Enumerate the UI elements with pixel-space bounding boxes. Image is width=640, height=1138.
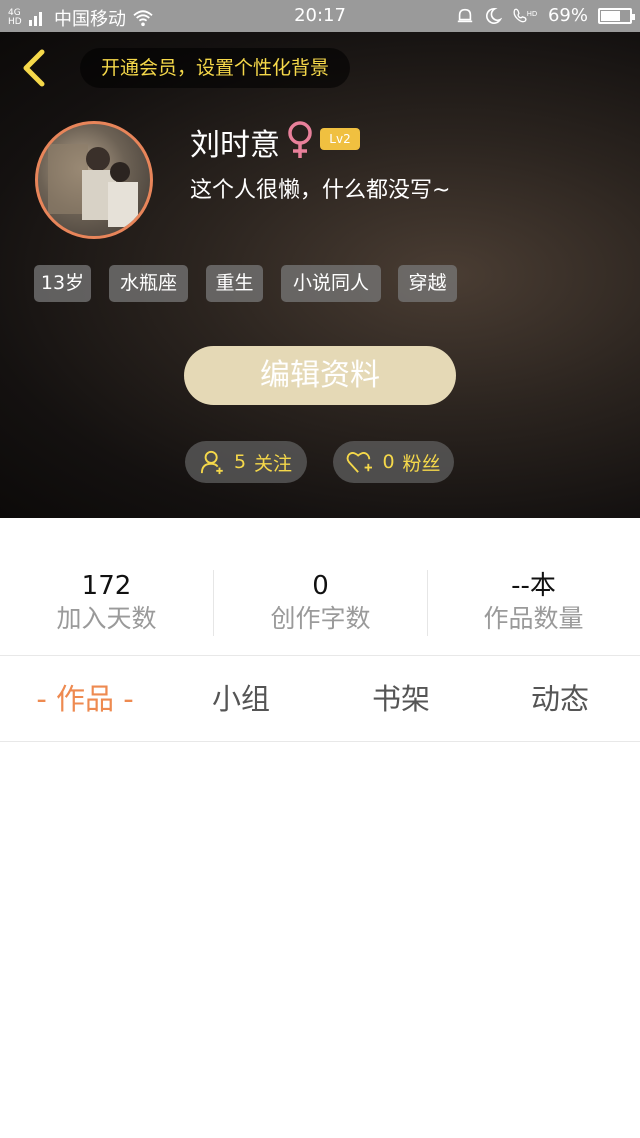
- hd-call-icon: HD: [513, 8, 538, 22]
- fans-count: 0: [382, 451, 395, 473]
- tag-zodiac: 水瓶座: [109, 265, 188, 302]
- female-icon: [288, 121, 312, 158]
- stat-join-days: 172 加入天数: [0, 570, 213, 636]
- bell-off-icon: [457, 8, 473, 22]
- back-icon[interactable]: [14, 46, 54, 90]
- tab-groups[interactable]: 小组: [170, 676, 312, 718]
- divider: [0, 655, 640, 656]
- battery-icon: [598, 7, 635, 24]
- stats-row: 172 加入天数 0 创作字数 --本 作品数量: [0, 518, 640, 656]
- tag-age: 13岁: [34, 265, 91, 302]
- level-badge: Lv2: [320, 128, 360, 150]
- edit-profile-button[interactable]: 编辑资料: [184, 346, 456, 405]
- stat-label: 创作字数: [270, 604, 371, 633]
- stat-value: 0: [312, 571, 329, 601]
- stat-value: --本: [511, 571, 556, 601]
- profile-header: 开通会员，设置个性化背景 刘时意 Lv2 这个人很懒，什么都没写~ 13岁 水瓶…: [0, 32, 640, 518]
- user-add-icon: [200, 450, 223, 475]
- fans-label: 粉丝: [402, 452, 441, 475]
- moon-icon: [486, 7, 502, 24]
- avatar[interactable]: [35, 121, 153, 239]
- stat-works-count: --本 作品数量: [427, 570, 640, 636]
- battery-percent: 69%: [547, 5, 588, 26]
- fans-button[interactable]: 0 粉丝: [333, 441, 454, 483]
- avatar-image: [48, 144, 138, 227]
- following-button[interactable]: 5 关注: [185, 441, 307, 483]
- tag-time-travel: 穿越: [398, 265, 457, 302]
- heart-add-icon: [347, 452, 373, 473]
- username: 刘时意: [190, 128, 280, 163]
- following-label: 关注: [254, 452, 293, 475]
- following-count: 5: [233, 451, 247, 473]
- tab-bookshelf[interactable]: 书架: [330, 676, 472, 718]
- tag-rebirth: 重生: [206, 265, 263, 302]
- stat-value: 172: [81, 571, 132, 601]
- divider: [0, 741, 640, 742]
- stat-label: 作品数量: [483, 604, 584, 633]
- tag-fanfic: 小说同人: [281, 265, 381, 302]
- svg-text:HD: HD: [527, 10, 538, 18]
- tab-works[interactable]: - 作品 -: [0, 676, 170, 718]
- tab-activity[interactable]: 动态: [489, 676, 631, 718]
- stat-word-count: 0 创作字数: [214, 570, 427, 636]
- status-bar: 4G HD 中国移动 20:17 HD 69%: [0, 0, 640, 32]
- stat-label: 加入天数: [56, 604, 157, 633]
- battery-fill: [601, 10, 620, 21]
- vip-background-banner[interactable]: 开通会员，设置个性化背景: [80, 48, 350, 88]
- bio-text: 这个人很懒，什么都没写~: [190, 178, 451, 203]
